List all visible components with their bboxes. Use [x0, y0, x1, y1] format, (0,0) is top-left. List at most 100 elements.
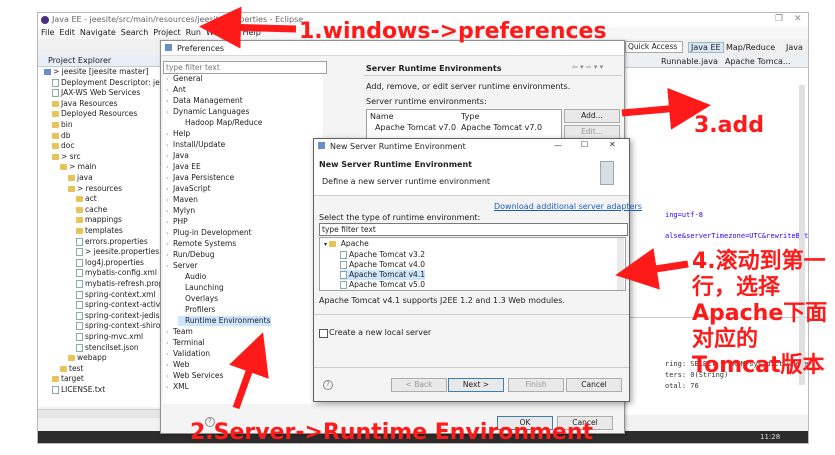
tree-item[interactable]: webapp	[68, 353, 107, 363]
tree-item[interactable]: mybatis-config.xml	[76, 268, 157, 278]
menu-item[interactable]: Help	[243, 28, 261, 37]
table-row[interactable]: Apache Tomcat v7.0 Apache Tomcat v7.0	[367, 123, 561, 133]
tree-item[interactable]: > main	[60, 162, 96, 172]
help-icon[interactable]: ?	[323, 380, 333, 390]
pref-item[interactable]: › PHP	[166, 217, 188, 227]
pref-item[interactable]: Hadoop Map/Reduce	[178, 118, 262, 128]
pref-item[interactable]: › Team	[166, 327, 193, 337]
list-group-apache[interactable]: ▾ Apache	[324, 239, 369, 249]
tree-item[interactable]: stencilset.json	[76, 343, 139, 353]
pref-item[interactable]: Profilers	[178, 305, 215, 315]
pref-item[interactable]: › Java	[166, 151, 189, 161]
tree-item[interactable]: log4j.properties	[76, 258, 144, 268]
pref-item[interactable]: › Validation	[166, 349, 210, 359]
close-icon[interactable]: ✕	[609, 140, 616, 149]
tree-item[interactable]: cache	[76, 205, 107, 215]
tree-item[interactable]: target	[52, 374, 84, 384]
menu-item[interactable]: File	[41, 28, 54, 37]
tree-item[interactable]: Deployed Resources	[52, 109, 137, 119]
pref-item[interactable]: › Ant	[166, 85, 186, 95]
tree-item[interactable]: > jeesite [jeesite master]	[44, 67, 148, 77]
runtime-filter-input[interactable]: type filter text	[319, 223, 628, 236]
edit-runtime-button[interactable]: Edit...	[564, 125, 620, 139]
back-button[interactable]: < Back	[391, 378, 447, 392]
pref-item[interactable]: › Java EE	[166, 162, 201, 172]
perspective-map-reduce[interactable]: Map/Reduce	[726, 43, 775, 52]
tree-item[interactable]: errors.properties	[76, 237, 148, 247]
table-header-name[interactable]: Name	[370, 112, 394, 121]
pref-item[interactable]: › Plug-in Development	[166, 228, 252, 238]
download-adapters-link[interactable]: Download additional server adapters	[494, 202, 642, 211]
pref-item-selected[interactable]: Runtime Environments	[178, 316, 271, 326]
menu-item[interactable]: Navigate	[80, 28, 116, 37]
tree-item[interactable]: bin	[52, 120, 73, 130]
quick-access-input[interactable]: Quick Access	[625, 41, 683, 53]
pref-item[interactable]: › Server	[166, 261, 198, 271]
table-header-type[interactable]: Type	[461, 112, 479, 121]
list-item-selected[interactable]: Apache Tomcat v4.1	[340, 270, 425, 280]
preferences-filter-input[interactable]: type filter text	[163, 61, 327, 74]
perspective-java[interactable]: Java	[786, 43, 803, 52]
tree-item[interactable]: LICENSE.txt	[52, 385, 105, 395]
file-icon	[52, 386, 59, 394]
minimize-icon[interactable]: —	[554, 141, 562, 150]
list-item[interactable]: Apache Tomcat v4.0	[340, 260, 425, 270]
pref-item[interactable]: › Terminal	[166, 338, 205, 348]
menu-item[interactable]: Run	[186, 28, 201, 37]
close-icon[interactable]: ✕	[794, 14, 802, 24]
editor-tab-tomcat[interactable]: Apache Tomca...	[725, 57, 791, 66]
tree-item[interactable]: spring-context.xml	[76, 290, 156, 300]
perspective-java-ee[interactable]: Java EE	[688, 42, 724, 53]
tree-item[interactable]: > resources	[68, 184, 122, 194]
pref-item[interactable]: › Dynamic Languages	[166, 107, 249, 117]
pref-item[interactable]: Audio	[178, 272, 206, 282]
pref-item[interactable]: Overlays	[178, 294, 218, 304]
list-item[interactable]: Apache Tomcat v5.0	[340, 280, 425, 290]
restore-icon[interactable]: ❐	[775, 14, 783, 24]
tree-item[interactable]: test	[60, 364, 83, 374]
tree-item[interactable]: Java Resources	[52, 99, 118, 109]
menu-item[interactable]: Search	[121, 28, 148, 37]
tree-item[interactable]: templates	[76, 226, 123, 236]
pref-item[interactable]: › Remote Systems	[166, 239, 236, 249]
pref-item[interactable]: › Web	[166, 360, 189, 370]
pref-item[interactable]: › XML	[166, 382, 189, 392]
pref-item[interactable]: › Run/Debug	[166, 250, 215, 260]
pref-item[interactable]: › Java Persistence	[166, 173, 234, 183]
tree-item[interactable]: mappings	[76, 215, 122, 225]
tree-item[interactable]: doc	[52, 141, 74, 151]
editor-tab-runnable[interactable]: Runnable.java	[661, 57, 718, 66]
tree-item[interactable]: java	[68, 173, 93, 183]
folder-icon	[76, 196, 83, 203]
tree-item[interactable]: > src	[52, 152, 81, 162]
finish-button[interactable]: Finish	[508, 378, 564, 392]
pref-item[interactable]: › JavaScript	[166, 184, 211, 194]
tree-item[interactable]: > jeesite.properties	[76, 247, 159, 257]
pref-item[interactable]: › Help	[166, 129, 190, 139]
list-scrollbar[interactable]	[617, 238, 624, 290]
next-button[interactable]: Next >	[448, 378, 504, 392]
menu-item[interactable]: Project	[153, 28, 180, 37]
pref-item[interactable]: Launching	[178, 283, 224, 293]
pref-item[interactable]: › Mylyn	[166, 206, 195, 216]
menu-item[interactable]: Edit	[59, 28, 75, 37]
runtime-table: Name Type Apache Tomcat v7.0 Apache Tomc…	[366, 109, 562, 139]
list-item[interactable]: Apache Tomcat v3.2	[340, 250, 425, 260]
maximize-icon[interactable]: ☐	[581, 140, 588, 149]
page-nav-arrows[interactable]: ⇦ ▾ ⇨ ▾ ▾	[572, 63, 603, 71]
tree-item[interactable]: JAX-WS Web Services	[52, 88, 140, 98]
tree-item[interactable]: act	[76, 194, 97, 204]
pref-item-label: PHP	[173, 217, 188, 226]
tree-item[interactable]: spring-mvc.xml	[76, 332, 143, 342]
pref-item[interactable]: › Install/Update	[166, 140, 225, 150]
menu-item[interactable]: Window	[206, 28, 238, 37]
tree-item[interactable]: Deployment Descriptor: jeesite	[52, 78, 178, 88]
pref-item[interactable]: › Maven	[166, 195, 198, 205]
pref-item[interactable]: › Web Services	[166, 371, 223, 381]
add-runtime-button[interactable]: Add...	[564, 109, 620, 123]
pref-item[interactable]: › Data Management	[166, 96, 243, 106]
pref-item[interactable]: › General	[166, 74, 203, 84]
tree-item[interactable]: db	[52, 131, 71, 141]
cancel-button[interactable]: Cancel	[566, 378, 622, 392]
create-local-server-checkbox[interactable]	[319, 329, 328, 338]
